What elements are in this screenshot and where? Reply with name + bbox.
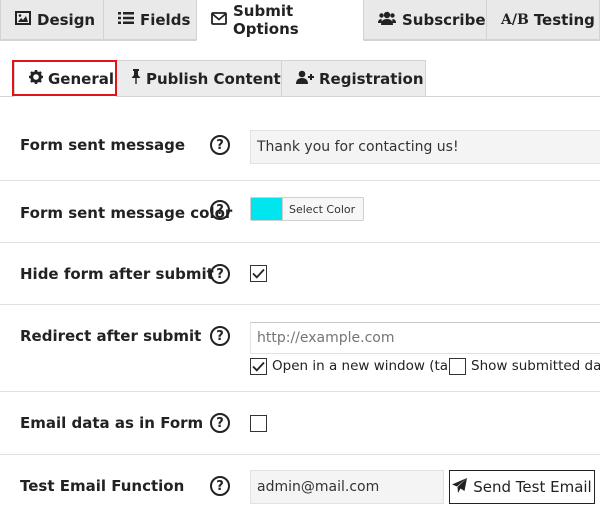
row-email-data-as-in-form: Email data as in Form ? — [0, 391, 600, 455]
hide-form-after-submit-label: Hide form after submit — [20, 265, 214, 283]
help-icon[interactable]: ? — [210, 200, 230, 220]
tab-label: Design — [37, 10, 96, 29]
tab-ab-testing[interactable]: A/B Testing — [486, 0, 600, 40]
row-hide-form-after-submit: Hide form after submit ? — [0, 242, 600, 305]
send-test-email-button[interactable]: Send Test Email — [449, 470, 595, 504]
top-tab-bar: Design Fields Submit Options Subscribe A… — [0, 0, 600, 41]
test-email-input[interactable]: admin@mail.com — [250, 470, 444, 504]
subtab-label: Publish Content — [146, 69, 281, 88]
show-submitted-data-checkbox[interactable] — [449, 358, 466, 375]
show-submitted-data-label: Show submitted data — [471, 358, 600, 374]
open-new-window-label: Open in a new window (tab) — [272, 358, 462, 374]
email-data-label: Email data as in Form — [20, 414, 204, 432]
tab-subscribe[interactable]: Subscribe — [363, 0, 487, 40]
help-icon[interactable]: ? — [210, 476, 230, 496]
redirect-url-input[interactable] — [250, 322, 600, 354]
form-sent-message-color-label: Form sent message color — [20, 204, 233, 222]
send-test-email-label: Send Test Email — [473, 478, 592, 496]
users-icon — [378, 11, 402, 29]
subtab-registration[interactable]: Registration — [281, 60, 426, 97]
checkmark-icon — [252, 361, 265, 372]
help-icon[interactable]: ? — [210, 413, 230, 433]
open-new-window-checkbox[interactable] — [250, 358, 267, 375]
help-icon[interactable]: ? — [210, 264, 230, 284]
tab-label: Submit Options — [233, 2, 299, 38]
email-data-checkbox[interactable] — [250, 415, 267, 432]
subtab-publish-content[interactable]: Publish Content — [116, 60, 282, 97]
paper-plane-icon — [452, 477, 473, 497]
redirect-after-submit-label: Redirect after submit — [20, 327, 202, 345]
select-color-button[interactable]: Select Color — [250, 197, 365, 221]
checkmark-icon — [252, 268, 265, 279]
list-icon — [118, 11, 140, 29]
user-plus-icon — [296, 70, 319, 88]
image-icon — [15, 10, 37, 29]
tab-fields[interactable]: Fields — [103, 0, 197, 40]
selected-tab-highlight — [12, 60, 117, 96]
tab-label: Subscribe — [402, 10, 486, 29]
ab-prefix: A/B — [501, 11, 529, 28]
select-color-label: Select Color — [282, 198, 363, 220]
tab-submit-options[interactable]: Submit Options — [196, 0, 364, 41]
hide-form-checkbox[interactable] — [250, 265, 267, 282]
subtab-label: Registration — [319, 69, 424, 88]
row-redirect-after-submit: Redirect after submit ? Open in a new wi… — [0, 304, 600, 392]
form-sent-message-label: Form sent message — [20, 136, 186, 154]
help-icon[interactable]: ? — [210, 135, 230, 155]
row-form-sent-message: Form sent message ? Thank you for contac… — [0, 116, 600, 181]
tab-label: Fields — [140, 10, 191, 29]
help-icon[interactable]: ? — [210, 326, 230, 346]
envelope-icon — [211, 11, 233, 29]
test-email-function-label: Test Email Function — [20, 477, 185, 495]
form-sent-message-input[interactable]: Thank you for contacting us! — [250, 130, 600, 164]
color-swatch — [251, 198, 282, 220]
tab-design[interactable]: Design — [0, 0, 104, 40]
tab-label: Testing — [533, 10, 595, 29]
pin-icon — [131, 69, 146, 88]
